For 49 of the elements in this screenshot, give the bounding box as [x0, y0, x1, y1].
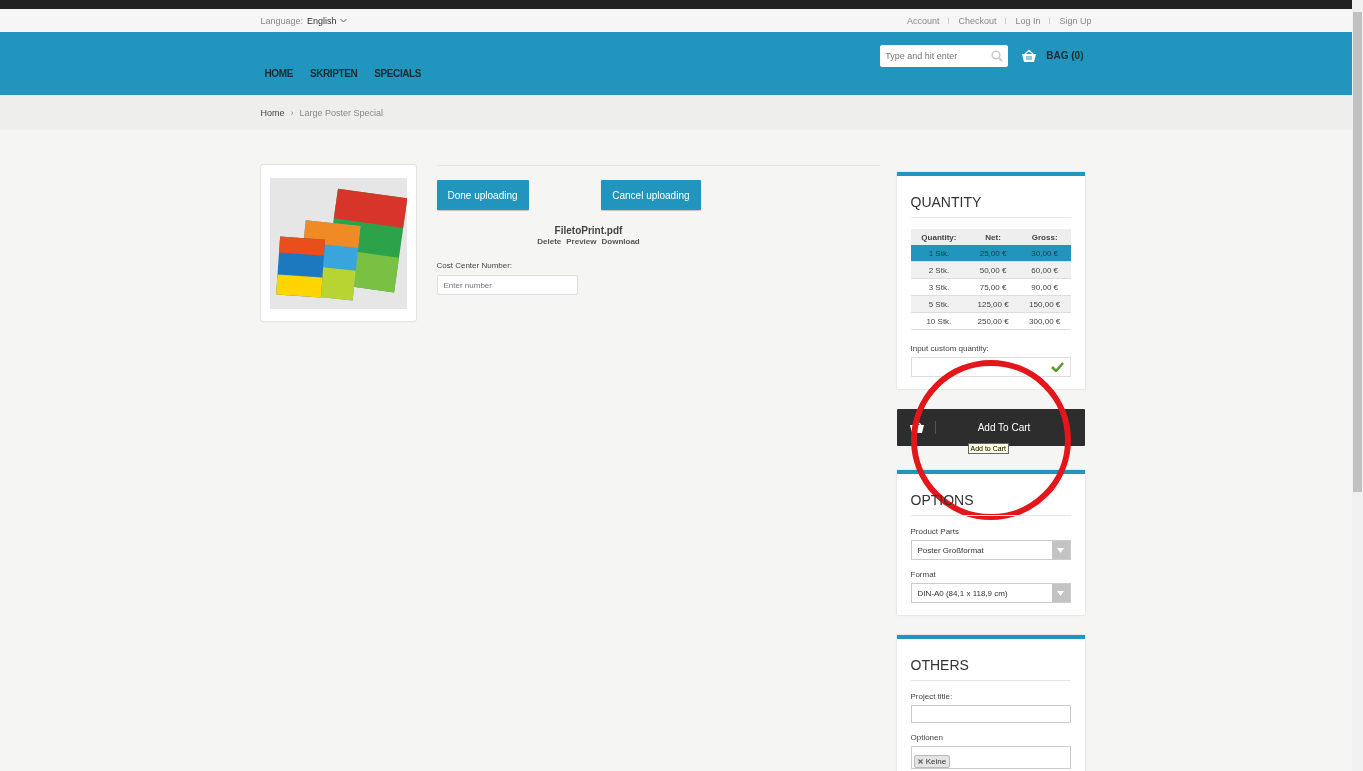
- quantity-row[interactable]: 5 Stk. 125,00 € 150,00 €: [910, 296, 1071, 313]
- quantity-row[interactable]: 2 Stk. 50,00 € 60,00 €: [910, 262, 1071, 279]
- cost-center-input[interactable]: Enter number: [436, 275, 578, 295]
- select-dropdown[interactable]: Poster Großformat: [910, 540, 1071, 560]
- scrollbar-thumb[interactable]: [1353, 12, 1362, 492]
- nav-item[interactable]: SPECIALS: [374, 68, 422, 79]
- cost-center-label: Cost Center Number:: [436, 261, 514, 270]
- tag[interactable]: Keine: [913, 755, 951, 768]
- basket-icon[interactable]: [1021, 50, 1038, 63]
- project-title-input[interactable]: [910, 705, 1071, 723]
- dropdown-arrow-icon: [1057, 590, 1064, 596]
- top-link[interactable]: Sign Up: [1059, 15, 1092, 26]
- field-label: Product Parts: [910, 527, 960, 536]
- remove-icon[interactable]: [917, 759, 923, 764]
- quantity-row[interactable]: 10 Stk. 250,00 € 300,00 €: [910, 313, 1071, 330]
- card-title: QUANTITY: [910, 194, 1071, 218]
- custom-quantity-label: Input custom quantity:: [910, 344, 990, 353]
- field-label: Format: [910, 570, 937, 579]
- language-label: Language:: [260, 15, 304, 26]
- file-name: FiletoPrint.pdf: [553, 225, 624, 236]
- field-label: Project title:: [910, 692, 954, 701]
- nav-item[interactable]: HOME: [264, 68, 293, 79]
- column-header: Quantity:: [920, 232, 958, 242]
- add-to-cart-button[interactable]: Add To Cart: [896, 409, 1085, 446]
- custom-quantity-input[interactable]: [910, 357, 1071, 377]
- breadcrumb-link[interactable]: Home: [260, 107, 285, 118]
- select-dropdown[interactable]: DIN-A0 (84,1 x 118,9 cm): [910, 583, 1071, 603]
- dropdown-arrow-icon: [1057, 547, 1064, 553]
- basket-icon: [908, 421, 925, 434]
- file-action-link[interactable]: Preview: [566, 237, 597, 246]
- file-action-link[interactable]: Delete: [537, 237, 562, 246]
- checkmark-icon[interactable]: [1050, 362, 1064, 372]
- scrollbar[interactable]: [1352, 0, 1363, 771]
- nav-item[interactable]: SKRIPTEN: [309, 68, 358, 79]
- breadcrumb-separator: ›: [290, 107, 294, 118]
- column-header: Net:: [984, 232, 1002, 242]
- search-icon: [991, 50, 1004, 62]
- options-tag-field[interactable]: Keine: [910, 746, 1071, 769]
- language-dropdown[interactable]: English: [307, 15, 347, 26]
- top-link[interactable]: Checkout: [958, 15, 997, 26]
- search-field[interactable]: Type and hit enter: [880, 45, 1009, 67]
- column-header: Gross:: [1030, 232, 1059, 242]
- file-action-link[interactable]: Download: [601, 237, 640, 246]
- top-link[interactable]: Account: [906, 15, 940, 26]
- bag-link[interactable]: BAG (0): [1046, 50, 1092, 61]
- top-link[interactable]: Log In: [1015, 15, 1041, 26]
- field-label: Optionen: [910, 733, 944, 742]
- card-title: OTHERS: [910, 657, 1071, 681]
- chevron-down-icon: [339, 18, 347, 23]
